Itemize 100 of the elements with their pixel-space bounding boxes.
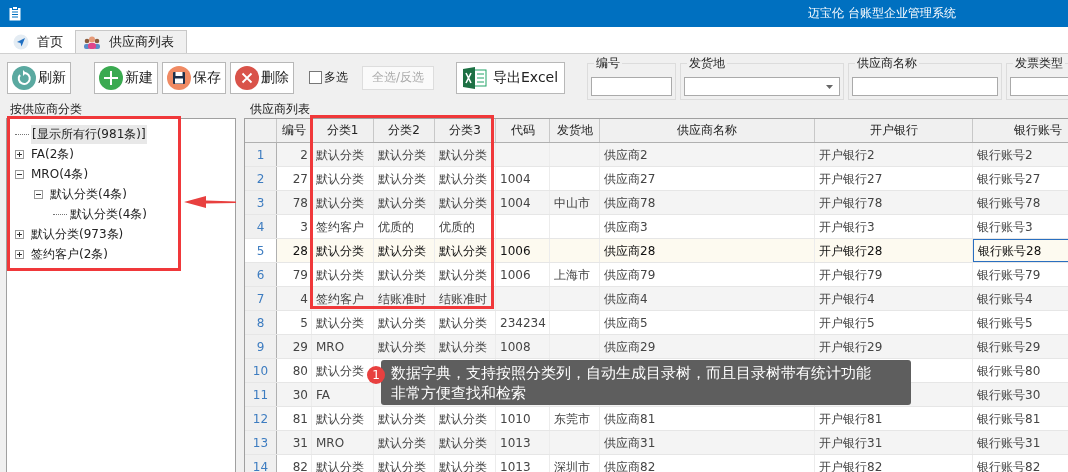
table-cell: 82 <box>292 460 308 472</box>
filter-label: 编号 <box>594 55 623 72</box>
tree-item[interactable]: 默认分类(4条) <box>49 184 128 204</box>
table-cell: 默认分类 <box>439 172 487 186</box>
table-cell: 1013 <box>500 436 531 450</box>
table-cell: 31 <box>292 436 308 450</box>
table-cell: 优质的 <box>378 220 414 234</box>
tree-item[interactable]: FA(2条) <box>30 144 75 164</box>
multi-select-checkbox[interactable]: 多选 <box>309 69 348 86</box>
export-excel-button[interactable]: 导出Excel <box>456 61 566 94</box>
table-cell: 默认分类 <box>439 340 487 354</box>
filter-label: 发货地 <box>687 55 728 72</box>
column-header[interactable]: 代码 <box>496 119 550 142</box>
table-cell: 默认分类 <box>439 148 487 162</box>
table-cell: 默认分类 <box>316 364 364 378</box>
tree-item[interactable]: 默认分类(973条) <box>30 224 125 244</box>
table-cell: 供应商5 <box>604 316 648 330</box>
table-cell: 78 <box>292 196 308 210</box>
table-cell: 3 <box>300 220 308 234</box>
input-field[interactable] <box>1010 77 1068 96</box>
input-field[interactable] <box>852 77 999 96</box>
people-icon <box>83 35 101 49</box>
table-cell: 默认分类 <box>378 316 426 330</box>
row-header[interactable]: 1 <box>245 143 277 166</box>
column-header[interactable]: 分类2 <box>374 119 435 142</box>
table-cell: 银行账号29 <box>977 340 1041 354</box>
expander-icon[interactable] <box>15 249 24 259</box>
delete-button[interactable]: 删除 <box>230 61 294 94</box>
table-cell: 签约客户 <box>316 220 364 234</box>
tree-item[interactable]: [显示所有行(981条)] <box>31 124 147 144</box>
row-header[interactable]: 5 <box>245 239 277 262</box>
row-header[interactable]: 9 <box>245 335 277 358</box>
expander-icon[interactable] <box>15 229 24 239</box>
plus-icon <box>99 65 123 90</box>
column-header[interactable]: 编号 <box>277 119 312 142</box>
table-cell: 银行账号79 <box>977 268 1041 282</box>
arrow <box>184 195 236 209</box>
tab[interactable]: 供应商列表 <box>75 30 187 53</box>
table-cell: 234234 <box>500 316 546 330</box>
table-cell: 默认分类 <box>316 196 364 210</box>
row-header[interactable]: 14 <box>245 455 277 472</box>
table-cell: 默认分类 <box>378 244 426 258</box>
table-cell: 1004 <box>500 172 531 186</box>
table-cell: 默认分类 <box>378 196 426 210</box>
row-header[interactable]: 2 <box>245 167 277 190</box>
table-cell: MRO <box>316 436 345 450</box>
row-header[interactable]: 4 <box>245 215 277 238</box>
expander-icon[interactable] <box>34 189 43 199</box>
expander-icon[interactable] <box>15 149 24 159</box>
table-cell: 深圳市 <box>554 460 590 472</box>
column-header[interactable]: 供应商名称 <box>600 119 815 142</box>
table-cell: 30 <box>292 388 308 402</box>
table-cell: 4 <box>300 292 308 306</box>
table-cell: 供应商31 <box>604 436 656 450</box>
row-header[interactable]: 7 <box>245 287 277 310</box>
table-cell: 结账准时 <box>439 292 487 306</box>
column-header[interactable]: 开户银行 <box>815 119 973 142</box>
table-cell: 1013 <box>500 460 531 472</box>
table-cell: 默认分类 <box>378 412 426 426</box>
tab[interactable]: 首页 <box>6 31 75 53</box>
table-cell: 开户银行28 <box>819 244 883 258</box>
row-header[interactable]: 12 <box>245 407 277 430</box>
column-header[interactable]: 分类3 <box>435 119 496 142</box>
table-cell: 默认分类 <box>439 460 487 472</box>
column-header[interactable]: 发货地 <box>550 119 600 142</box>
table-cell: 银行账号82 <box>977 460 1041 472</box>
row-header[interactable]: 13 <box>245 431 277 454</box>
table-cell: 供应商79 <box>604 268 656 282</box>
row-header[interactable]: 8 <box>245 311 277 334</box>
table-cell: 银行账号80 <box>977 364 1041 378</box>
tree-item[interactable]: 默认分类(4条) <box>69 204 148 224</box>
column-header[interactable]: 分类1 <box>312 119 374 142</box>
table-cell: 银行账号28 <box>978 244 1042 258</box>
window-title: 迈宝伦 台账型企业管理系统 <box>808 5 956 22</box>
table-cell: 1008 <box>500 340 531 354</box>
tree-item[interactable]: MRO(4条) <box>30 164 90 184</box>
tree-item[interactable]: 签约客户(2条) <box>30 244 109 264</box>
table-cell: 默认分类 <box>378 148 426 162</box>
new-button[interactable]: 新建 <box>94 61 158 94</box>
step-badge: 1 <box>367 366 385 384</box>
row-header[interactable]: 11 <box>245 383 277 406</box>
table-cell: 上海市 <box>554 268 590 282</box>
table-cell: 默认分类 <box>439 196 487 210</box>
table-cell: 80 <box>292 364 308 378</box>
table-cell: 1006 <box>500 244 531 258</box>
table-cell: 默认分类 <box>316 172 364 186</box>
refresh-button[interactable]: 刷新 <box>7 61 71 94</box>
navigation-icon <box>13 34 29 50</box>
row-header[interactable]: 3 <box>245 191 277 214</box>
table-cell: 29 <box>292 340 308 354</box>
table-cell: 开户银行4 <box>819 292 875 306</box>
row-header[interactable]: 10 <box>245 359 277 382</box>
row-header[interactable]: 6 <box>245 263 277 286</box>
input-field[interactable] <box>591 77 673 96</box>
expander-icon[interactable] <box>15 169 24 179</box>
column-header[interactable]: 银行账号 <box>973 119 1068 142</box>
save-button[interactable]: 保存 <box>162 61 226 94</box>
table-cell: 默认分类 <box>316 412 364 426</box>
table-cell: 供应商4 <box>604 292 648 306</box>
dropdown-field[interactable] <box>684 77 841 96</box>
